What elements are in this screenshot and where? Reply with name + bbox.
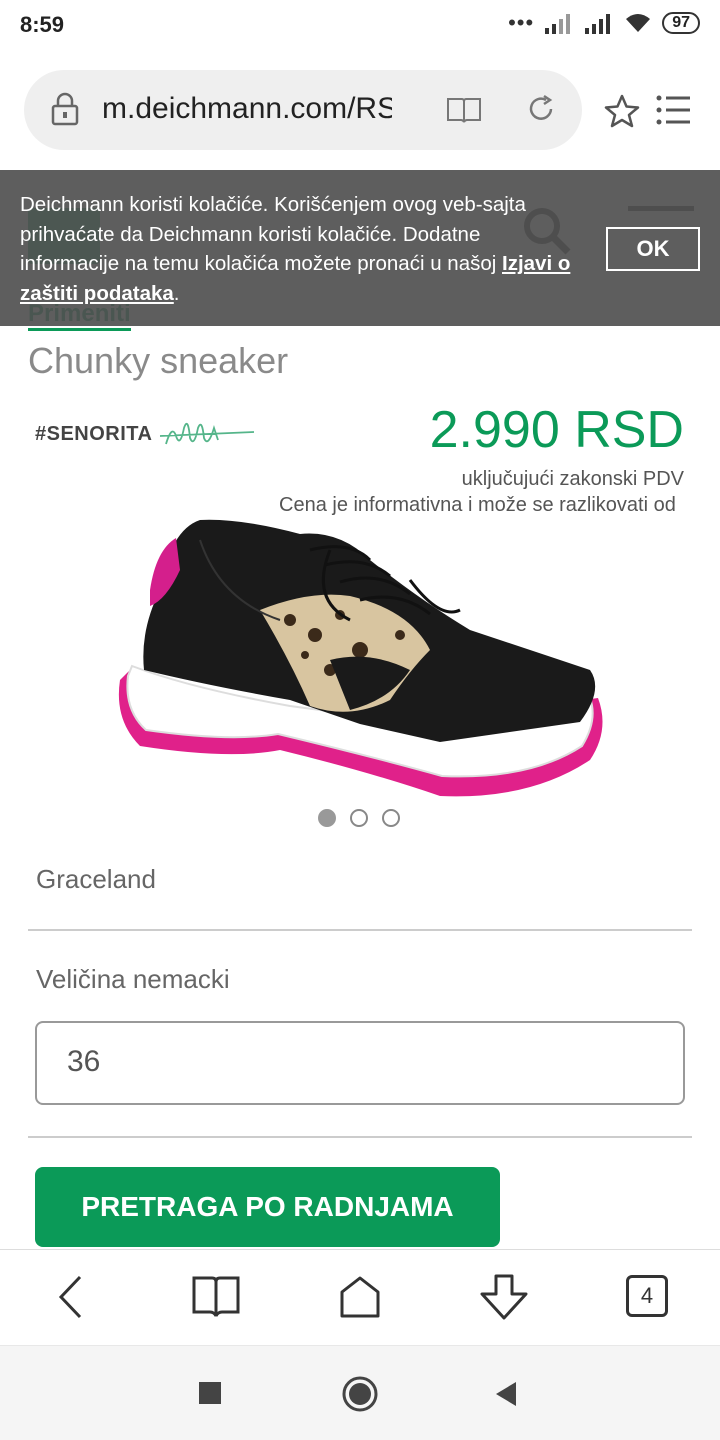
size-label: Veličina nemacki [36, 964, 230, 994]
vat-note: uključujući zakonski PDV [461, 468, 684, 490]
store-search-button[interactable]: PRETRAGA PO RADNJAMA [35, 1167, 500, 1247]
cookie-ok-button[interactable]: OK [606, 227, 700, 271]
brand-logo: #SENORITA [35, 414, 258, 454]
battery-indicator: 97 [662, 12, 700, 34]
product-price: 2.990 RSD [429, 401, 684, 459]
back-icon[interactable] [56, 1274, 86, 1320]
lock-icon [51, 92, 79, 126]
browser-toolbar: 4 [0, 1249, 720, 1345]
status-icons: ••• 97 [508, 12, 700, 34]
divider [28, 1136, 692, 1138]
bookmark-star-icon[interactable] [604, 94, 640, 128]
carousel-dot[interactable] [382, 809, 400, 827]
back-nav-icon[interactable] [494, 1380, 518, 1408]
cookie-message: Deichmann koristi kolačiće. Korišćenjem … [20, 193, 571, 305]
reload-icon[interactable] [526, 94, 556, 124]
variant-name: Graceland [36, 864, 156, 894]
browser-menu-icon[interactable] [656, 94, 692, 126]
product-title: Chunky sneaker [28, 340, 289, 381]
brand-tag: #SENORITA [35, 422, 153, 445]
signal-icon-2 [585, 14, 611, 34]
tab-switcher-button[interactable]: 4 [626, 1275, 668, 1317]
home-nav-icon[interactable] [341, 1375, 379, 1413]
image-carousel-dots[interactable] [318, 809, 400, 827]
download-icon[interactable] [478, 1274, 530, 1320]
reader-mode-icon[interactable] [446, 96, 482, 124]
url-text[interactable]: m.deichmann.com/RS [102, 92, 392, 126]
size-value: 36 [67, 1045, 101, 1078]
wifi-icon [626, 14, 651, 32]
size-select[interactable]: 36 [35, 1021, 685, 1105]
home-icon[interactable] [336, 1274, 384, 1320]
more-dots-icon: ••• [508, 10, 535, 35]
status-time: 8:59 [20, 12, 65, 37]
cookie-banner: Deichmann koristi kolačiće. Korišćenjem … [0, 170, 720, 326]
signal-icon [545, 14, 571, 34]
product-image[interactable] [110, 510, 610, 800]
address-bar[interactable]: m.deichmann.com/RS [24, 70, 582, 150]
status-bar: 8:59 ••• 97 [0, 0, 720, 50]
signature-graphic [160, 422, 255, 445]
carousel-dot[interactable] [318, 809, 336, 827]
recents-icon[interactable] [198, 1381, 222, 1405]
divider [28, 929, 692, 931]
bookmarks-icon[interactable] [192, 1274, 240, 1318]
system-nav-bar [0, 1345, 720, 1440]
carousel-dot[interactable] [350, 809, 368, 827]
